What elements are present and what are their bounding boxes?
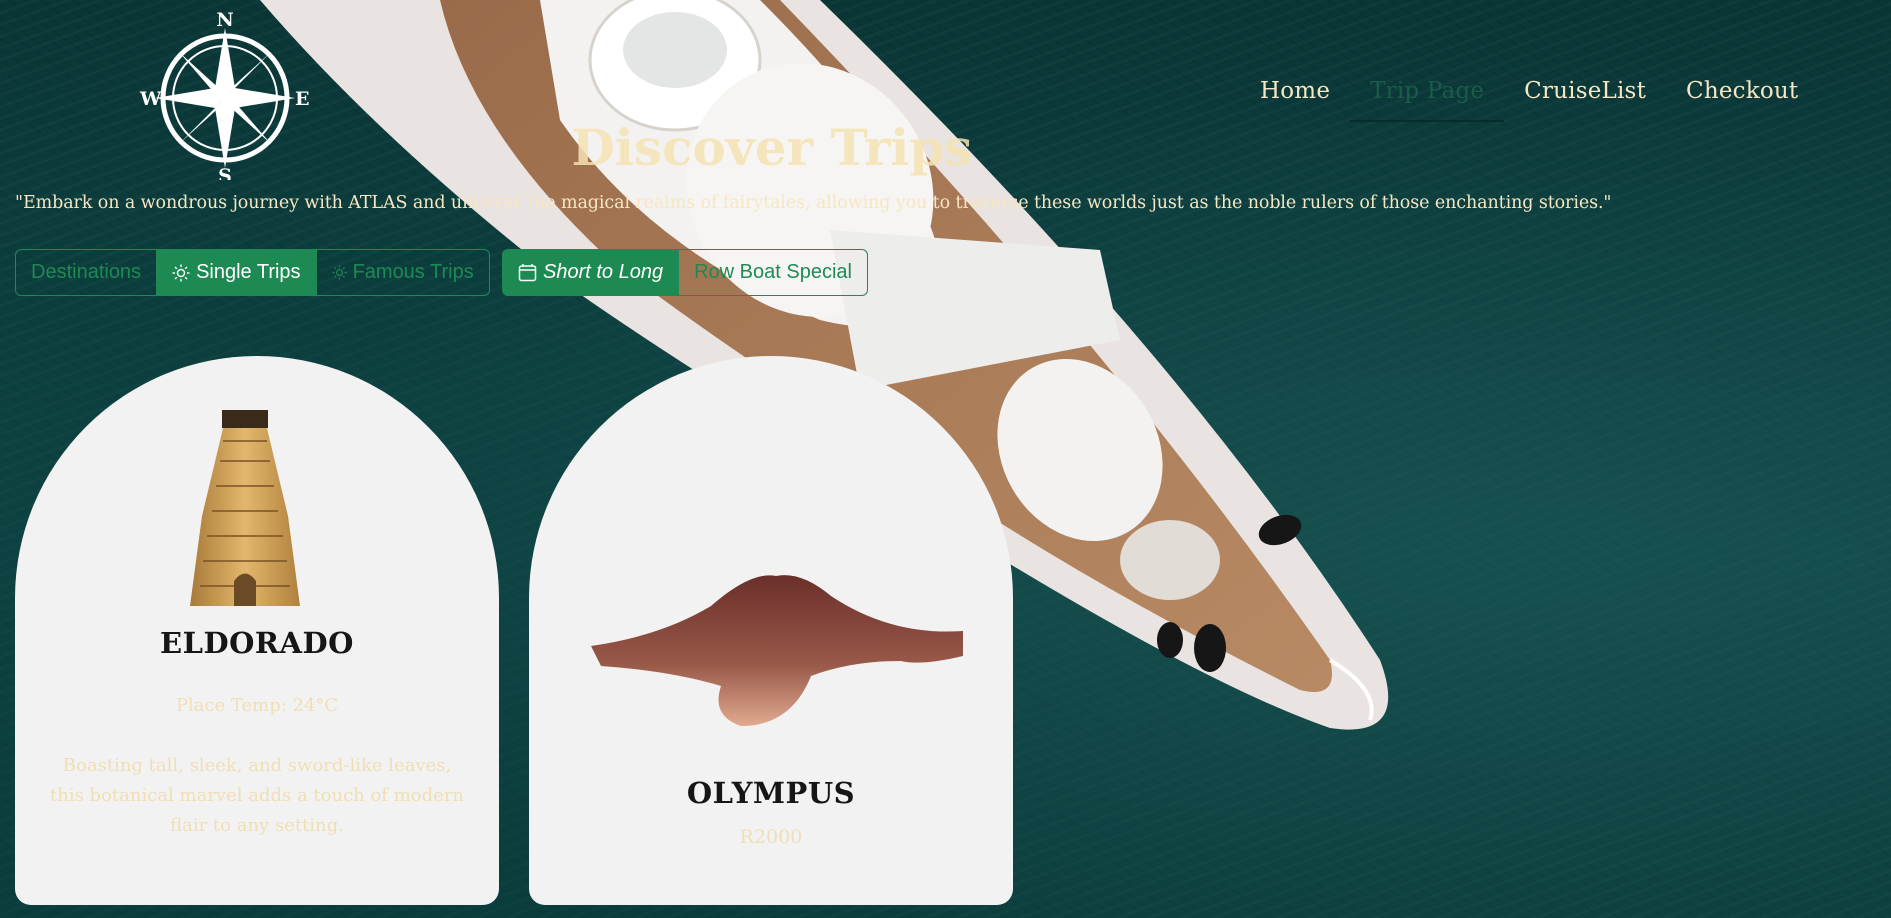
famous-trips-label: Famous Trips — [352, 261, 474, 283]
compass-west-letter: W — [139, 88, 162, 110]
nav-home[interactable]: Home — [1240, 74, 1350, 122]
main-nav: Home Trip Page CruiseList Checkout — [1240, 74, 1818, 122]
single-trips-label: Single Trips — [196, 261, 301, 283]
sun-icon — [172, 264, 190, 281]
destinations-button[interactable]: Destinations — [15, 249, 158, 296]
nav-checkout[interactable]: Checkout — [1666, 74, 1818, 122]
short-to-long-label: Short to Long — [543, 261, 664, 283]
sort-filter: Short to Long Row Boat Special — [502, 249, 868, 296]
single-trips-button[interactable]: Single Trips — [157, 249, 317, 296]
famous-trips-button[interactable]: Famous Trips — [316, 249, 490, 296]
trip-card-eldorado[interactable]: ELDORADO Place Temp: 24°C Boasting tall,… — [15, 356, 499, 905]
page-title: Discover Trips — [571, 118, 973, 177]
card-title: ELDORADO — [160, 626, 354, 660]
nav-trip-page[interactable]: Trip Page — [1350, 74, 1505, 122]
card-title: OLYMPUS — [686, 776, 856, 810]
page-subtitle: "Embark on a wondrous journey with ATLAS… — [15, 193, 1612, 213]
sun-icon — [331, 265, 347, 280]
mountain-image — [591, 575, 963, 726]
card-description: Boasting tall, sleek, and sword-like lea… — [50, 755, 464, 836]
temple-tower-image — [190, 410, 300, 606]
short-to-long-button[interactable]: Short to Long — [502, 249, 680, 296]
row-boat-special-button[interactable]: Row Boat Special — [679, 249, 868, 296]
destinations-label: Destinations — [31, 261, 142, 283]
card-price: R2000 — [739, 826, 803, 848]
trip-type-filter: Destinations Single Trips Famous Trips — [15, 249, 490, 296]
card-temperature: Place Temp: 24°C — [175, 695, 339, 716]
calendar-icon — [518, 264, 537, 282]
compass-east-letter: E — [295, 88, 309, 110]
trip-card-olympus[interactable]: OLYMPUS R2000 — [529, 356, 1013, 905]
compass-north-letter: N — [216, 10, 233, 31]
nav-cruiselist[interactable]: CruiseList — [1504, 74, 1666, 122]
row-boat-special-label: Row Boat Special — [694, 261, 852, 283]
